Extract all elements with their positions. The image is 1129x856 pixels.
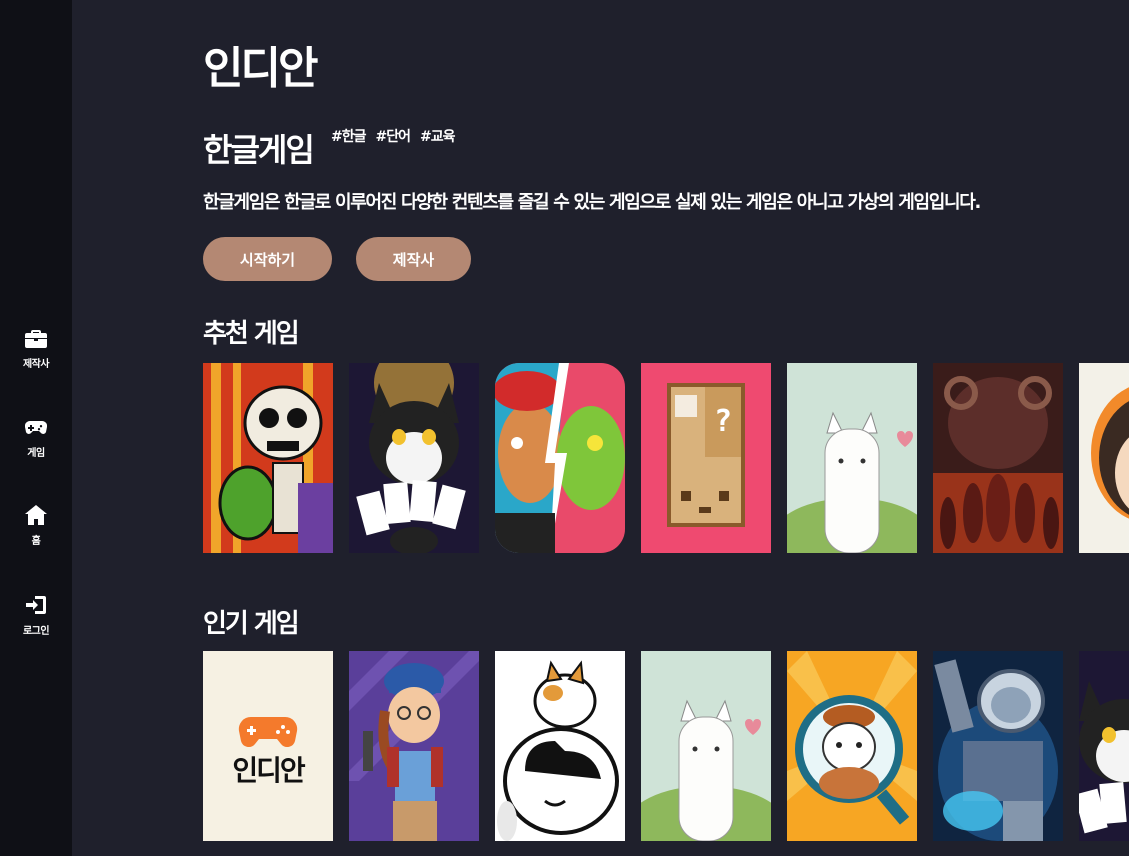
login-icon	[25, 595, 47, 619]
game-title: 한글게임	[203, 131, 315, 169]
game-card[interactable]	[495, 651, 625, 841]
home-icon	[25, 505, 47, 529]
game-card[interactable]	[495, 363, 625, 553]
indian-logo-placeholder-thumbnail	[203, 651, 333, 841]
detective-cat-thumbnail	[787, 651, 917, 841]
game-card[interactable]	[787, 363, 917, 553]
sidebar-item-maker[interactable]: 제작사	[0, 328, 72, 370]
game-card[interactable]: 인디안	[203, 651, 333, 841]
maker-button[interactable]: 제작사	[356, 237, 471, 281]
recommended-section-title: 추천 게임	[203, 319, 300, 349]
girl-portrait-thumbnail	[1079, 363, 1129, 553]
placeholder-logo-text: 인디안	[232, 754, 305, 787]
sidebar-item-home[interactable]: 홈	[0, 505, 72, 547]
tag-list: #한글 #단어 #교육	[331, 126, 455, 146]
game-card[interactable]	[1079, 363, 1129, 553]
sidebar-item-games[interactable]: 게임	[0, 417, 72, 459]
popular-game-list: 인디안	[203, 651, 1129, 841]
white-cat-thumbnail	[787, 363, 917, 553]
skeleton-hero-thumbnail	[203, 363, 333, 553]
brand-title: 인디안	[203, 43, 318, 94]
sketch-cats-thumbnail	[495, 651, 625, 841]
popular-section-title: 인기 게임	[203, 609, 300, 639]
game-card[interactable]	[203, 363, 333, 553]
game-card[interactable]	[933, 651, 1063, 841]
briefcase-icon	[25, 328, 47, 352]
tag[interactable]: #한글	[331, 126, 366, 146]
cat-cards-thumbnail	[349, 363, 479, 553]
game-description: 한글게임은 한글로 이루어진 다양한 컨텐츠를 즐길 수 있는 게임으로 실제 …	[203, 192, 981, 213]
game-card[interactable]	[349, 363, 479, 553]
demon-horror-thumbnail	[933, 363, 1063, 553]
game-card[interactable]	[933, 363, 1063, 553]
gamepad-icon	[24, 417, 48, 441]
recommended-game-list: ?	[203, 363, 1129, 553]
game-card[interactable]	[349, 651, 479, 841]
sidebar-item-label: 게임	[27, 448, 45, 459]
game-card[interactable]: ?	[641, 363, 771, 553]
sidebar-item-login[interactable]: 로그인	[0, 595, 72, 637]
sidebar-item-label: 로그인	[22, 626, 50, 637]
sidebar-item-label: 제작사	[22, 359, 50, 370]
start-button[interactable]: 시작하기	[203, 237, 332, 281]
game-card[interactable]	[787, 651, 917, 841]
svg-text:?: ?	[714, 404, 732, 439]
sidebar: 제작사 게임 홈 로그인	[0, 0, 72, 856]
split-face-thumbnail	[495, 363, 625, 553]
tag[interactable]: #단어	[376, 126, 411, 146]
gunner-girl-thumbnail	[349, 651, 479, 841]
tag[interactable]: #교육	[420, 126, 455, 146]
white-cat-thumbnail	[641, 651, 771, 841]
game-card[interactable]	[641, 651, 771, 841]
sidebar-item-label: 홈	[31, 536, 41, 547]
game-card[interactable]	[1079, 651, 1129, 841]
cat-cards-thumbnail	[1079, 651, 1129, 841]
cardboard-box-thumbnail: ?	[641, 363, 771, 553]
robot-knight-thumbnail	[933, 651, 1063, 841]
